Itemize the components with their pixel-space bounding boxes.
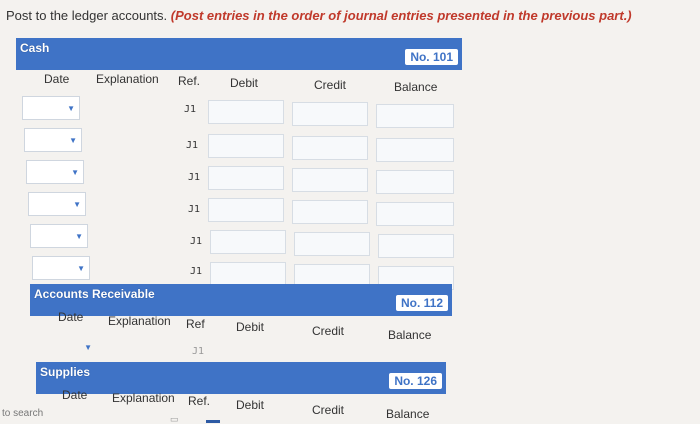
supplies-col-explanation: Explanation (112, 391, 175, 405)
instruction-main: Post to the ledger accounts. (6, 8, 171, 23)
cash-row-1-ref: J1 (184, 104, 197, 115)
cash-col-debit: Debit (230, 76, 259, 90)
supplies-ledger-header: Supplies No. 126 (36, 362, 446, 394)
accounts-receivable-number: No. 112 (395, 295, 448, 311)
ar-col-ref: Ref (186, 317, 205, 331)
taskbar-icon: ▭ (170, 414, 179, 424)
instruction-emphasis: (Post entries in the order of journal en… (170, 8, 632, 23)
cash-row-5-debit-input[interactable] (210, 230, 286, 254)
instruction-text: Post to the ledger accounts. (Post entri… (6, 8, 632, 23)
cash-col-balance: Balance (394, 80, 438, 94)
cash-row-3-date-select[interactable]: ▼ (26, 160, 84, 184)
supplies-col-balance: Balance (386, 407, 430, 421)
supplies-title: Supplies (40, 365, 91, 379)
cash-row-4-date-select[interactable]: ▼ (28, 192, 86, 216)
dropdown-arrow-icon: ▼ (75, 232, 83, 241)
cash-row-1-date-select[interactable]: ▼ (22, 96, 80, 120)
cash-row-2-debit-input[interactable] (208, 134, 284, 158)
cash-row-3-ref: J1 (188, 172, 201, 183)
ar-col-credit: Credit (312, 324, 345, 338)
cash-row-6-ref: J1 (190, 266, 203, 277)
taskbar-search[interactable]: to search (2, 408, 43, 419)
dropdown-arrow-icon: ▼ (77, 264, 85, 273)
taskbar-active-indicator (206, 420, 220, 423)
cash-row-3-debit-input[interactable] (208, 166, 284, 190)
cash-row-3-balance-input[interactable] (376, 170, 454, 194)
ar-col-balance: Balance (388, 328, 432, 342)
supplies-col-credit: Credit (312, 403, 345, 417)
cash-row-5-balance-input[interactable] (378, 234, 454, 258)
supplies-col-date: Date (62, 388, 88, 402)
cash-row-1-balance-input[interactable] (376, 104, 454, 128)
cash-col-ref: Ref. (178, 74, 201, 88)
cash-row-6-date-select[interactable]: ▼ (32, 256, 90, 280)
ar-row-1-ref: J1 (192, 346, 205, 357)
cash-row-2-ref: J1 (186, 140, 199, 151)
ar-col-debit: Debit (236, 320, 265, 334)
cash-row-5-date-select[interactable]: ▼ (30, 224, 88, 248)
cash-account-number: No. 101 (405, 49, 458, 65)
accounts-receivable-title: Accounts Receivable (34, 287, 155, 301)
dropdown-arrow-icon: ▼ (73, 200, 81, 209)
cash-row-5-ref: J1 (190, 236, 203, 247)
cash-row-6-debit-input[interactable] (210, 262, 286, 286)
cash-row-1-credit-input[interactable] (292, 102, 368, 126)
cash-row-5-credit-input[interactable] (294, 232, 370, 256)
cash-ledger-header: Cash No. 101 (16, 38, 462, 70)
supplies-col-ref: Ref. (188, 394, 211, 408)
cash-col-credit: Credit (314, 78, 347, 92)
cash-row-4-debit-input[interactable] (208, 198, 284, 222)
cash-row-4-balance-input[interactable] (376, 202, 454, 226)
ar-row-1-date-select[interactable]: ▼ (38, 336, 96, 360)
cash-row-3-credit-input[interactable] (292, 168, 368, 192)
cash-row-2-date-select[interactable]: ▼ (24, 128, 82, 152)
cash-account-title: Cash (20, 41, 50, 55)
dropdown-arrow-icon: ▼ (69, 136, 77, 145)
cash-row-2-balance-input[interactable] (376, 138, 454, 162)
dropdown-arrow-icon: ▼ (67, 104, 75, 113)
cash-row-1-debit-input[interactable] (208, 100, 284, 124)
ar-col-date: Date (58, 310, 84, 324)
supplies-number: No. 126 (389, 373, 442, 389)
cash-row-2-credit-input[interactable] (292, 136, 368, 160)
dropdown-arrow-icon: ▼ (71, 168, 79, 177)
cash-col-explanation: Explanation (96, 72, 159, 86)
cash-col-date: Date (44, 72, 70, 86)
accounts-receivable-ledger-header: Accounts Receivable No. 112 (30, 284, 452, 316)
cash-row-4-ref: J1 (188, 204, 201, 215)
dropdown-arrow-icon: ▼ (84, 343, 92, 352)
cash-row-4-credit-input[interactable] (292, 200, 368, 224)
supplies-col-debit: Debit (236, 398, 265, 412)
ar-col-explanation: Explanation (108, 314, 171, 328)
